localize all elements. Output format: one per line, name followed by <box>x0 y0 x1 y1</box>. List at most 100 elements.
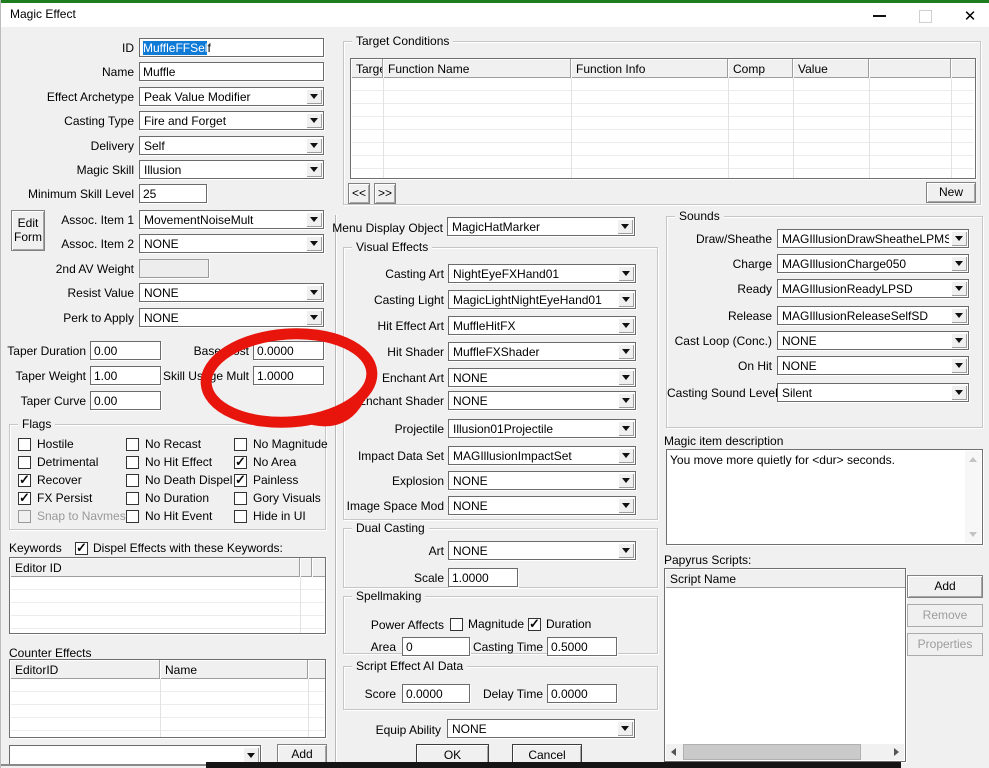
keywords-list[interactable]: Editor ID <box>9 557 326 634</box>
description-textarea[interactable]: You move more quietly for <dur> seconds. <box>666 449 983 545</box>
chevron-down-icon[interactable] <box>618 370 634 385</box>
flag-painless-checkbox[interactable] <box>234 474 247 487</box>
counter-header-name[interactable]: Name <box>160 660 308 679</box>
chevron-down-icon[interactable] <box>951 256 967 271</box>
casting-art-combo[interactable]: NightEyeFXHand01 <box>448 264 636 283</box>
flag-detrimental-checkbox[interactable] <box>18 456 31 469</box>
release-combo[interactable]: MAGIllusionReleaseSelfSD <box>777 306 969 325</box>
chevron-down-icon[interactable] <box>618 421 634 436</box>
chevron-down-icon[interactable] <box>306 89 322 104</box>
script-name-header[interactable]: Script Name <box>665 569 905 588</box>
flag-fx-persist-checkbox[interactable] <box>18 492 31 505</box>
flag-hostile-checkbox[interactable] <box>18 438 31 451</box>
hit-shader-combo[interactable]: MuffleFXShader <box>448 342 636 361</box>
flag-no-hit-event-checkbox[interactable] <box>126 510 139 523</box>
chevron-down-icon[interactable] <box>617 219 633 234</box>
chevron-down-icon[interactable] <box>951 231 967 246</box>
chevron-down-icon[interactable] <box>951 385 967 400</box>
conditions-next-button[interactable]: >> <box>374 183 396 204</box>
enchant-art-combo[interactable]: NONE <box>448 368 636 387</box>
hscroll-thumb[interactable] <box>683 744 861 760</box>
chevron-down-icon[interactable] <box>306 138 322 153</box>
on-hit-combo[interactable]: NONE <box>777 356 969 375</box>
charge-combo[interactable]: MAGIllusionCharge050 <box>777 254 969 273</box>
menu-display-object-combo[interactable]: MagicHatMarker <box>447 217 635 236</box>
conditions-col-blank1[interactable] <box>869 59 951 78</box>
close-button[interactable]: ✕ <box>953 6 987 26</box>
delivery-combo[interactable]: Self <box>139 136 324 155</box>
id-input[interactable]: MuffleFFSelf <box>139 38 324 57</box>
chevron-down-icon[interactable] <box>618 292 634 307</box>
archetype-combo[interactable]: Peak Value Modifier <box>139 87 324 106</box>
conditions-col-value[interactable]: Value <box>793 59 869 78</box>
cast-loop-combo[interactable]: NONE <box>777 331 969 350</box>
magic-skill-combo[interactable]: Illusion <box>139 160 324 179</box>
description-scrollbar[interactable] <box>965 451 981 543</box>
counter-header-editorid[interactable]: EditorID <box>10 660 160 679</box>
conditions-col-comp[interactable]: Comp <box>728 59 793 78</box>
chevron-down-icon[interactable] <box>617 721 633 736</box>
taper-curve-input[interactable]: 0.00 <box>90 391 161 410</box>
delay-time-input[interactable]: 0.0000 <box>547 684 617 703</box>
chevron-down-icon[interactable] <box>306 162 322 177</box>
chevron-down-icon[interactable] <box>306 285 322 300</box>
ready-combo[interactable]: MAGIllusionReadyLPSD <box>777 279 969 298</box>
chevron-down-icon[interactable] <box>618 318 634 333</box>
equip-ability-combo[interactable]: NONE <box>447 719 635 738</box>
flag-recover-checkbox[interactable] <box>18 474 31 487</box>
chevron-down-icon[interactable] <box>951 308 967 323</box>
casting-type-combo[interactable]: Fire and Forget <box>139 111 324 130</box>
chevron-down-icon[interactable] <box>618 344 634 359</box>
chevron-down-icon[interactable] <box>306 212 322 227</box>
flag-gory-visuals-checkbox[interactable] <box>234 492 247 505</box>
dual-scale-input[interactable]: 1.0000 <box>448 568 518 587</box>
flag-no-death-dispel-checkbox[interactable] <box>126 474 139 487</box>
flag-no-duration-checkbox[interactable] <box>126 492 139 505</box>
conditions-new-button[interactable]: New <box>926 182 976 203</box>
skill-usage-mult-input[interactable]: 1.0000 <box>253 366 324 385</box>
keywords-header-blank[interactable] <box>300 558 312 577</box>
min-skill-input[interactable]: 25 <box>139 184 207 203</box>
conditions-col-target[interactable]: Target <box>351 59 383 78</box>
flag-no-recast-checkbox[interactable] <box>126 438 139 451</box>
dispel-keywords-checkbox[interactable] <box>75 542 88 555</box>
assoc-item1-combo[interactable]: MovementNoiseMult <box>139 210 324 229</box>
projectile-combo[interactable]: Illusion01Projectile <box>448 419 636 438</box>
chevron-down-icon[interactable] <box>951 333 967 348</box>
chevron-down-icon[interactable] <box>951 358 967 373</box>
maximize-button[interactable] <box>908 6 942 26</box>
explosion-combo[interactable]: NONE <box>448 471 636 490</box>
image-space-mod-combo[interactable]: NONE <box>448 496 636 515</box>
script-list-hscrollbar[interactable] <box>666 744 904 760</box>
flag-hide-in-ui-checkbox[interactable] <box>234 510 247 523</box>
chevron-down-icon[interactable] <box>306 113 322 128</box>
name-input[interactable]: Muffle <box>139 62 324 81</box>
papyrus-script-list[interactable]: Script Name <box>664 568 906 762</box>
chevron-down-icon[interactable] <box>243 747 259 763</box>
duration-checkbox[interactable] <box>528 618 541 631</box>
script-add-button[interactable]: Add <box>907 575 983 598</box>
chevron-down-icon[interactable] <box>618 266 634 281</box>
magnitude-checkbox[interactable] <box>450 618 463 631</box>
chevron-down-icon[interactable] <box>618 498 634 513</box>
flag-no-magnitude-checkbox[interactable] <box>234 438 247 451</box>
casting-time-input[interactable]: 0.5000 <box>547 637 617 656</box>
casting-light-combo[interactable]: MagicLightNightEyeHand01 <box>448 290 636 309</box>
conditions-col-blank2[interactable] <box>951 59 975 78</box>
minimize-button[interactable] <box>862 6 896 26</box>
conditions-col-function-name[interactable]: Function Name <box>383 59 571 78</box>
base-cost-input[interactable]: 0.0000 <box>253 341 324 360</box>
assoc-item2-combo[interactable]: NONE <box>139 234 324 253</box>
chevron-down-icon[interactable] <box>951 281 967 296</box>
enchant-shader-combo[interactable]: NONE <box>448 391 636 410</box>
chevron-down-icon[interactable] <box>618 543 634 558</box>
resist-value-combo[interactable]: NONE <box>139 283 324 302</box>
hit-effect-art-combo[interactable]: MuffleHitFX <box>448 316 636 335</box>
chevron-down-icon[interactable] <box>306 310 322 325</box>
chevron-down-icon[interactable] <box>618 393 634 408</box>
casting-sound-level-combo[interactable]: Silent <box>777 383 969 402</box>
counter-effects-list[interactable]: EditorIDName <box>9 659 326 738</box>
flag-no-area-checkbox[interactable] <box>234 456 247 469</box>
keywords-header-editor-id[interactable]: Editor ID <box>10 558 300 577</box>
conditions-prev-button[interactable]: << <box>348 183 370 204</box>
